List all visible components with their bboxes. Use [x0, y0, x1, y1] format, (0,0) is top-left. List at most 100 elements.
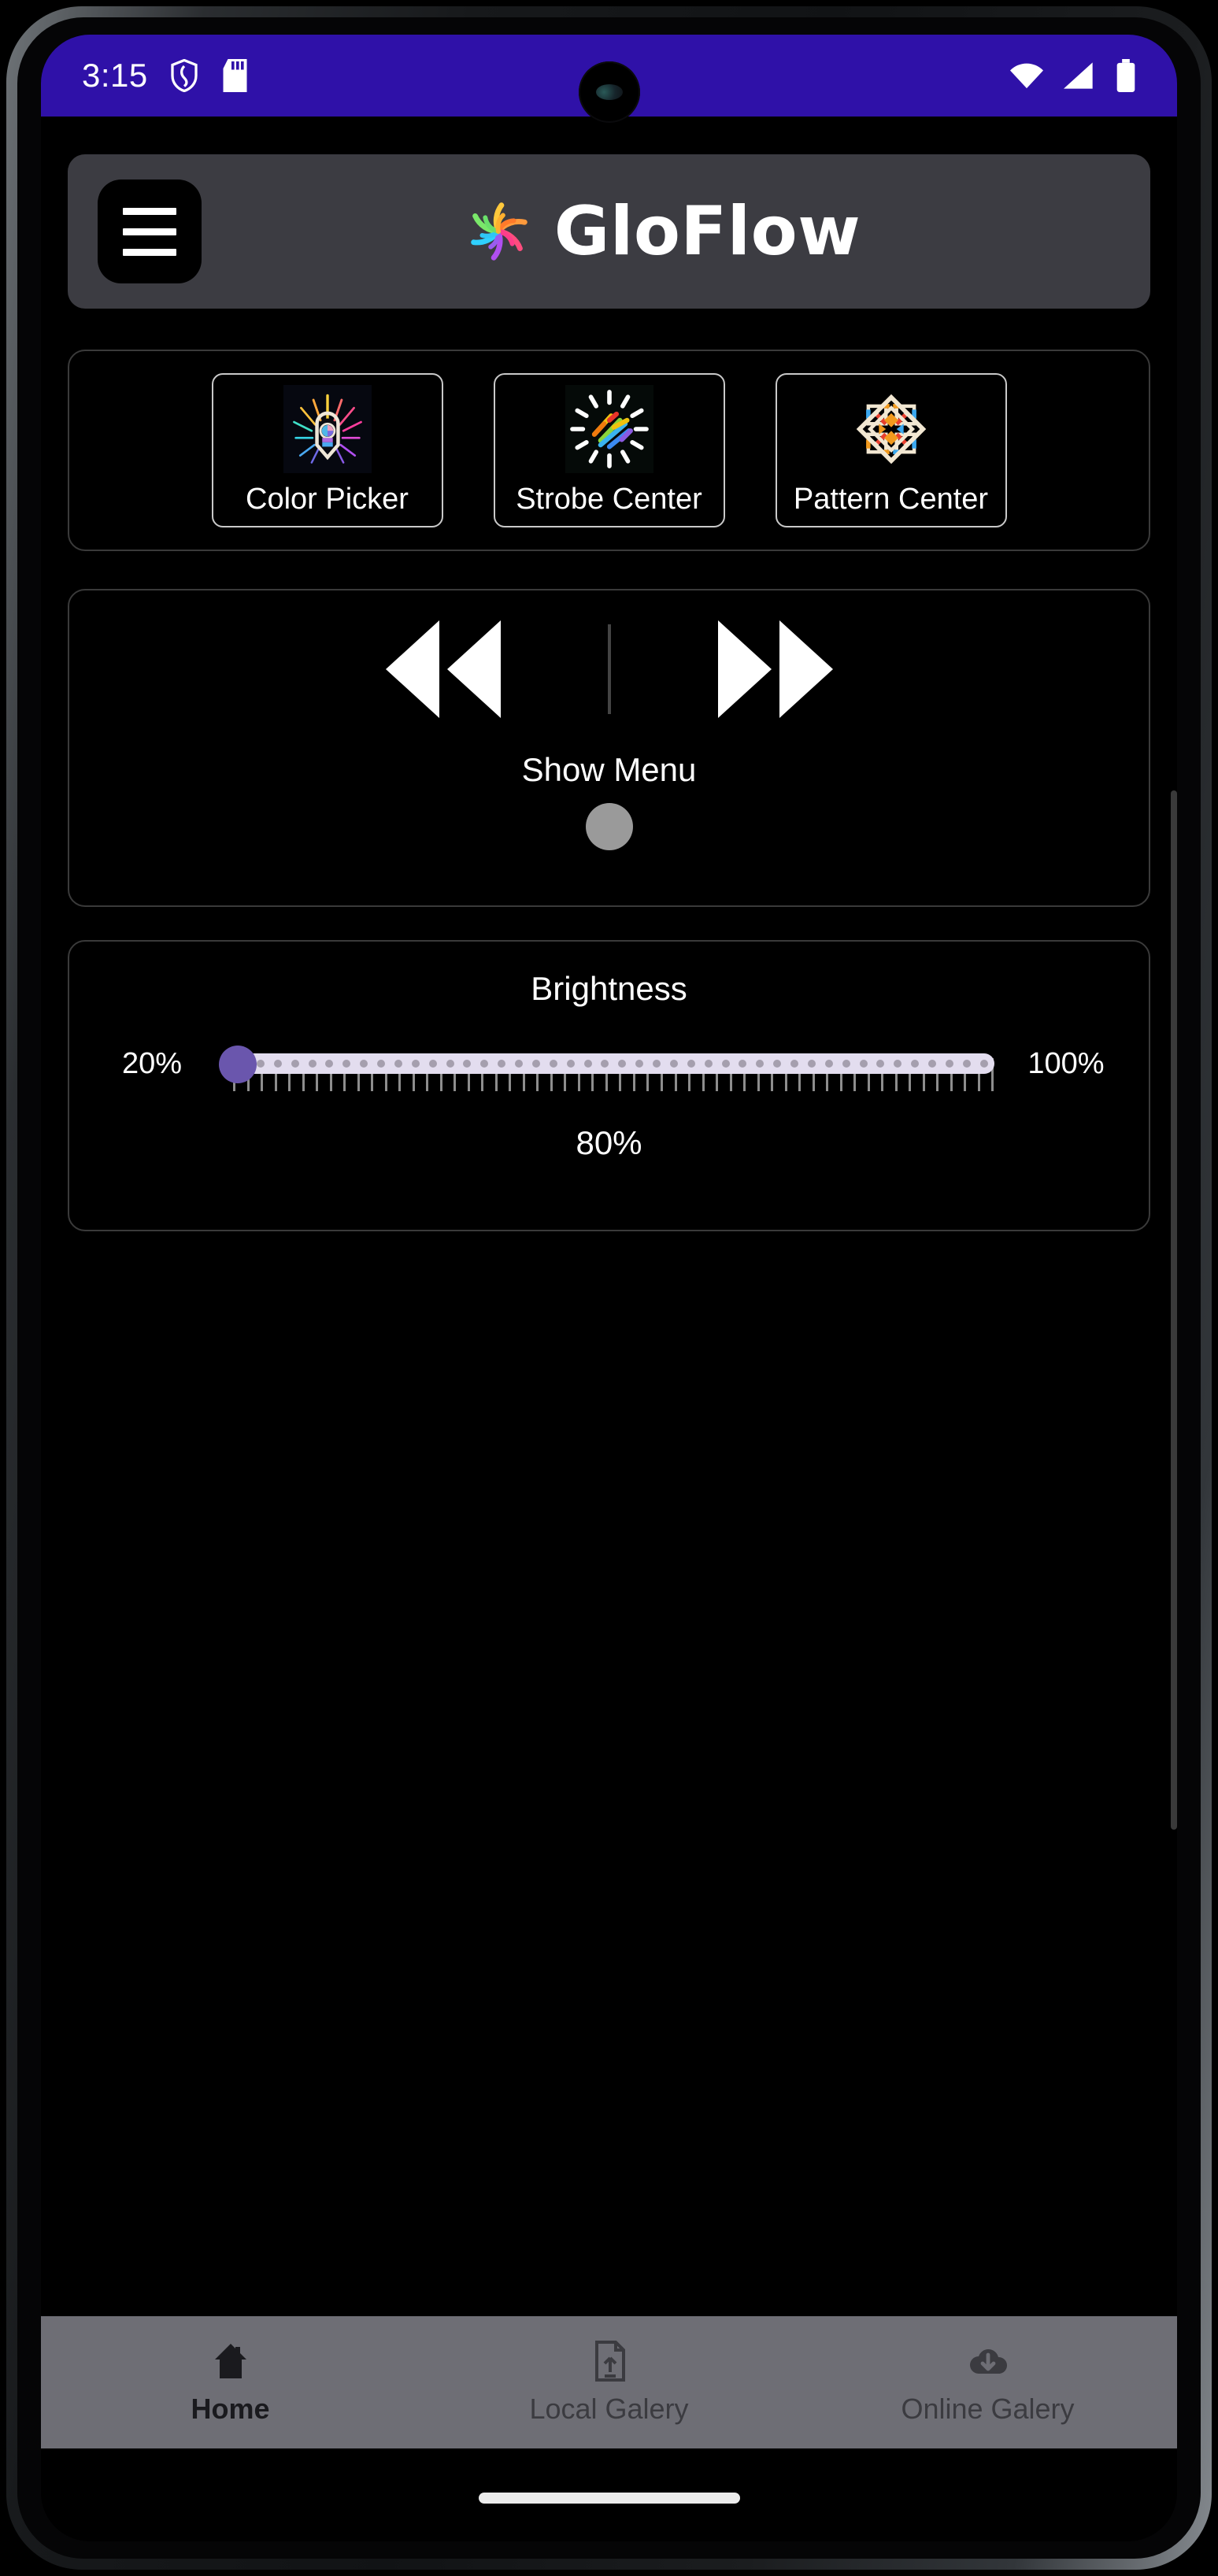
slider-track-dot: [480, 1060, 489, 1068]
slider-track-dot: [842, 1060, 850, 1068]
slider-track-dot: [566, 1060, 575, 1068]
nav-label: Online Galery: [901, 2393, 1075, 2425]
wifi-icon: [1010, 63, 1043, 89]
shortcut-pattern-center[interactable]: Pattern Center: [775, 373, 1007, 527]
hamburger-menu-button[interactable]: [98, 180, 202, 283]
slider-track-dot: [601, 1060, 609, 1068]
app-title: GloFlow: [553, 192, 861, 271]
front-camera-punch-hole: [578, 61, 640, 123]
slider-track-dot: [394, 1060, 402, 1068]
slider-track[interactable]: [233, 1053, 994, 1074]
shortcut-label: Pattern Center: [793, 482, 989, 516]
status-time: 3:15: [82, 57, 148, 94]
strobe-rays-icon: [565, 384, 653, 473]
shortcut-label: Strobe Center: [516, 482, 702, 516]
shortcuts-row: Color Picker Strobe Center Pattern Cente…: [69, 351, 1149, 527]
slider-track-dot: [498, 1060, 506, 1068]
slider-track-dot: [360, 1060, 368, 1068]
slider-track-dot: [463, 1060, 472, 1068]
brightness-title: Brightness: [531, 970, 687, 1007]
slider-track-dot: [859, 1060, 868, 1068]
camera-lens: [595, 84, 623, 100]
slider-track-dot: [256, 1060, 265, 1068]
slider-track-dot: [428, 1060, 437, 1068]
slider-track-dot: [962, 1060, 971, 1068]
show-menu-label: Show Menu: [521, 751, 697, 788]
status-bar-left: 3:15: [82, 57, 247, 94]
slider-track-dot: [446, 1060, 454, 1068]
slider-track-dot: [377, 1060, 385, 1068]
slider-track-dot: [756, 1060, 764, 1068]
hamburger-menu-icon: [123, 207, 176, 215]
next-button[interactable]: [712, 620, 838, 718]
brightness-slider-row: 20% 100%: [69, 1034, 1149, 1093]
brightness-min-label: 20%: [121, 1046, 183, 1080]
slider-track-dot: [790, 1060, 798, 1068]
nav-item-online-galery[interactable]: Online Galery: [798, 2316, 1177, 2448]
shortcut-color-picker[interactable]: Color Picker: [211, 373, 443, 527]
rewind-double-left-icon: [385, 620, 501, 718]
slider-track-dot: [618, 1060, 627, 1068]
slider-track-dot: [911, 1060, 920, 1068]
home-icon: [214, 2344, 246, 2378]
home-indicator[interactable]: [478, 2493, 740, 2504]
pattern-diamond-icon: [846, 384, 935, 473]
slider-track-dot: [653, 1060, 661, 1068]
brightness-slider[interactable]: [219, 1034, 999, 1093]
nav-divider: [607, 624, 611, 714]
slider-track-dot: [308, 1060, 317, 1068]
nav-item-local-galery[interactable]: Local Galery: [420, 2316, 798, 2448]
brightness-panel: Brightness 20% 100% 80%: [68, 940, 1150, 1231]
shortcut-label: Color Picker: [246, 482, 409, 516]
navigation-arrows: [69, 590, 1149, 748]
slider-track-dot: [342, 1060, 351, 1068]
scrollbar[interactable]: [1171, 790, 1177, 1830]
slider-track-dot: [531, 1060, 540, 1068]
slider-track-dot: [928, 1060, 936, 1068]
cellular-signal-icon: [1064, 62, 1093, 89]
slider-track-dot: [515, 1060, 523, 1068]
slider-track-dot: [273, 1060, 282, 1068]
cloud-download-icon: [969, 2349, 1007, 2374]
slider-track-dot: [807, 1060, 816, 1068]
app-header: GloFlow: [68, 154, 1150, 309]
file-upload-icon: [594, 2341, 625, 2382]
slider-track-dot: [721, 1060, 730, 1068]
phone-frame: 3:15 GloFlow Color Picker Strobe Center …: [6, 6, 1212, 2570]
slider-track-dot: [325, 1060, 334, 1068]
nav-label: Local Galery: [529, 2393, 689, 2425]
hamburger-menu-icon-line: [123, 228, 176, 235]
brightness-current-value: 80%: [576, 1124, 642, 1161]
brightness-max-label: 100%: [1027, 1046, 1105, 1080]
navigation-panel: Show Menu: [68, 589, 1150, 907]
slider-track-dot: [291, 1060, 299, 1068]
slider-thumb[interactable]: [219, 1046, 257, 1083]
hamburger-menu-icon-line: [123, 248, 176, 256]
nav-item-home[interactable]: Home: [41, 2316, 420, 2448]
slider-track-dot: [583, 1060, 592, 1068]
shield-icon: [171, 59, 198, 92]
slider-track-dot: [773, 1060, 782, 1068]
slider-track-dot: [876, 1060, 885, 1068]
slider-track-dot: [687, 1060, 695, 1068]
slider-track-dot: [894, 1060, 902, 1068]
circle-toggle-icon[interactable]: [585, 803, 633, 850]
bottom-navigation-bar: Home Local Galery Online Galery: [41, 2316, 1177, 2448]
show-menu-toggle-wrap: [69, 803, 1149, 850]
gloflow-spiral-logo: [470, 202, 528, 261]
sd-card-icon: [223, 59, 247, 92]
shortcut-strobe-center[interactable]: Strobe Center: [493, 373, 725, 527]
slider-track-dot: [979, 1060, 988, 1068]
previous-button[interactable]: [381, 620, 507, 718]
status-bar-right: [1010, 59, 1136, 92]
slider-track-dot: [739, 1060, 747, 1068]
shortcuts-panel: Color Picker Strobe Center Pattern Cente…: [68, 350, 1150, 551]
color-picker-burst-icon: [283, 384, 372, 473]
forward-double-right-icon: [717, 620, 833, 718]
slider-track-dot: [824, 1060, 833, 1068]
slider-track-dot: [635, 1060, 644, 1068]
slider-track-dot: [704, 1060, 713, 1068]
slider-track-dot: [549, 1060, 557, 1068]
nav-label: Home: [191, 2393, 270, 2425]
slider-track-dot: [669, 1060, 678, 1068]
